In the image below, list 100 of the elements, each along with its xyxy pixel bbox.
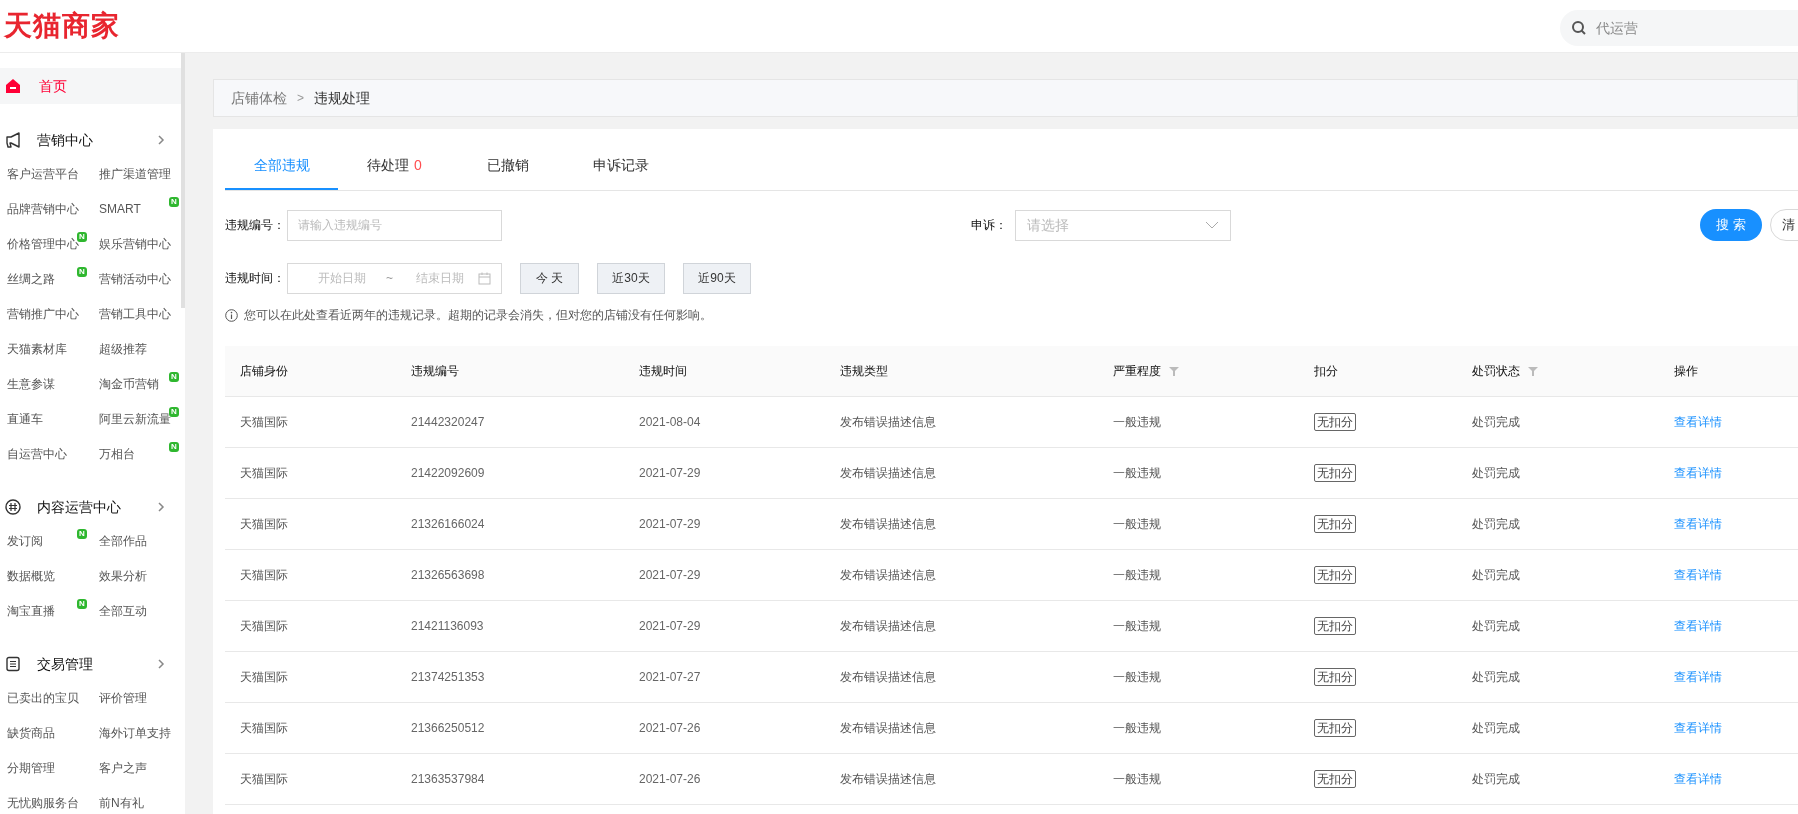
nav-link[interactable]: 已卖出的宝贝	[7, 688, 79, 707]
table-cell-text: 天猫国际	[240, 669, 288, 686]
nav-link[interactable]: SMART	[99, 199, 141, 218]
nav-link[interactable]: 淘金币营销	[99, 374, 159, 393]
nav-link[interactable]: 营销活动中心	[99, 269, 171, 288]
tab[interactable]: 已撤销	[451, 151, 564, 190]
section-title[interactable]: 内容运营中心	[37, 496, 121, 518]
nav-link[interactable]: 全部作品	[99, 531, 147, 550]
nav-link[interactable]: 淘宝直播	[7, 601, 55, 620]
deduction-tag: 无扣分	[1314, 413, 1356, 431]
table-cell-text: 天猫国际	[240, 720, 288, 737]
table-cell-text: 发布错误描述信息	[840, 669, 936, 686]
logo: 天猫商家	[3, 9, 120, 43]
table-cell-text: 发布错误描述信息	[840, 414, 936, 431]
table-cell-text: 21422092609	[411, 465, 485, 482]
table-cell-text: 2021-07-26	[639, 720, 701, 737]
nav-link[interactable]: 效果分析	[99, 566, 147, 585]
home-nav-item[interactable]: 首页	[0, 68, 181, 104]
notice-text: 您可以在此处查看近两年的违规记录。超期的记录会消失，但对您的店铺没有任何影响。	[244, 307, 712, 324]
nav-link[interactable]: 评价管理	[99, 688, 147, 707]
breadcrumb-separator: >	[297, 90, 304, 107]
nav-link[interactable]: 营销推广中心	[7, 304, 79, 323]
clipboard-icon	[5, 656, 21, 672]
breadcrumb-link[interactable]: 店铺体检	[231, 87, 287, 109]
nav-link[interactable]: 发订阅	[7, 531, 43, 550]
date-range-button[interactable]: 今 天	[520, 262, 579, 294]
table-cell-text: 发布错误描述信息	[840, 567, 936, 584]
tab-count: 0	[414, 156, 422, 175]
table-cell-text: 21442320247	[411, 414, 485, 431]
new-badge: N	[169, 407, 179, 417]
table-cell-text: 2021-07-29	[639, 516, 701, 533]
hash-icon	[5, 499, 21, 515]
table-cell-text: 处罚完成	[1472, 669, 1520, 686]
new-badge: N	[169, 372, 179, 382]
nav-link[interactable]: 生意参谋	[7, 374, 55, 393]
nav-link[interactable]: 数据概览	[7, 566, 55, 585]
date-range-button[interactable]: 近30天	[597, 262, 665, 294]
table-cell-text: 2021-07-29	[639, 567, 701, 584]
chevron-right-icon	[157, 502, 165, 512]
input-field[interactable]: 请输入违规编号	[287, 209, 502, 241]
info-icon	[225, 308, 238, 322]
search-field[interactable]: 代运营	[1560, 10, 1798, 46]
table-cell-text: 一般违规	[1113, 414, 1161, 431]
nav-link[interactable]: 客户运营平台	[7, 164, 79, 183]
table-cell-text: 处罚完成	[1472, 465, 1520, 482]
nav-link[interactable]: 前N有礼	[99, 793, 144, 812]
nav-link[interactable]: 万相台	[99, 444, 135, 463]
nav-link[interactable]: 娱乐营销中心	[99, 234, 171, 253]
table-cell-text: 一般违规	[1113, 771, 1161, 788]
tab[interactable]: 待处理 0	[338, 151, 451, 190]
table-cell-text: 21374251353	[411, 669, 485, 686]
deduction-tag: 无扣分	[1314, 719, 1356, 737]
nav-link[interactable]: 丝绸之路	[7, 269, 55, 288]
nav-link[interactable]: 缺货商品	[7, 723, 55, 742]
calendar-icon	[478, 271, 491, 285]
nav-link[interactable]: 自运营中心	[7, 444, 67, 463]
table-cell-text: 处罚完成	[1472, 567, 1520, 584]
nav-link[interactable]: 海外订单支持	[99, 723, 171, 742]
section-title[interactable]: 交易管理	[37, 653, 93, 675]
tab[interactable]: 申诉记录	[564, 151, 677, 190]
table-cell-text: 2021-07-27	[639, 669, 701, 686]
table-cell-text: 发布错误描述信息	[840, 618, 936, 635]
nav-link[interactable]: 无忧购服务台	[7, 793, 79, 812]
date-range-button[interactable]: 近90天	[683, 262, 751, 294]
new-badge: N	[77, 599, 87, 609]
table-cell-text: 处罚完成	[1472, 618, 1520, 635]
chevron-right-icon	[157, 659, 165, 669]
nav-link[interactable]: 推广渠道管理	[99, 164, 171, 183]
field-label: 申诉：	[971, 217, 1008, 234]
search-icon	[1571, 20, 1587, 36]
nav-link[interactable]: 阿里云新流量	[99, 409, 171, 428]
table-cell-text: 21326563698	[411, 567, 485, 584]
new-badge: N	[77, 267, 87, 277]
nav-link[interactable]: 直通车	[7, 409, 43, 428]
field-label: 违规时间：	[225, 270, 286, 287]
column-header: 违规编号	[411, 363, 459, 380]
nav-link[interactable]: 全部互动	[99, 601, 147, 620]
table-cell-text: 2021-07-26	[639, 771, 701, 788]
deduction-tag: 无扣分	[1314, 566, 1356, 584]
nav-link[interactable]: 超级推荐	[99, 339, 147, 358]
nav-link[interactable]: 分期管理	[7, 758, 55, 777]
section-title[interactable]: 营销中心	[37, 129, 93, 151]
table-cell-text: 2021-07-29	[639, 618, 701, 635]
column-header: 严重程度	[1113, 363, 1161, 380]
column-header: 违规类型	[840, 363, 888, 380]
deduction-tag: 无扣分	[1314, 617, 1356, 635]
nav-link[interactable]: 价格管理中心	[7, 234, 79, 253]
nav-link[interactable]: 品牌营销中心	[7, 199, 79, 218]
nav-link[interactable]: 营销工具中心	[99, 304, 171, 323]
column-header: 违规时间	[639, 363, 687, 380]
table-cell-text: 21366250512	[411, 720, 485, 737]
table-cell-text: 天猫国际	[240, 465, 288, 482]
table-cell-text: 一般违规	[1113, 720, 1161, 737]
table-cell-text: 天猫国际	[240, 771, 288, 788]
table-cell-text: 一般违规	[1113, 618, 1161, 635]
table-cell-text: 天猫国际	[240, 618, 288, 635]
nav-link[interactable]: 天猫素材库	[7, 339, 67, 358]
column-header: 操作	[1674, 363, 1698, 380]
nav-link[interactable]: 客户之声	[99, 758, 147, 777]
table-cell-text: 处罚完成	[1472, 414, 1520, 431]
